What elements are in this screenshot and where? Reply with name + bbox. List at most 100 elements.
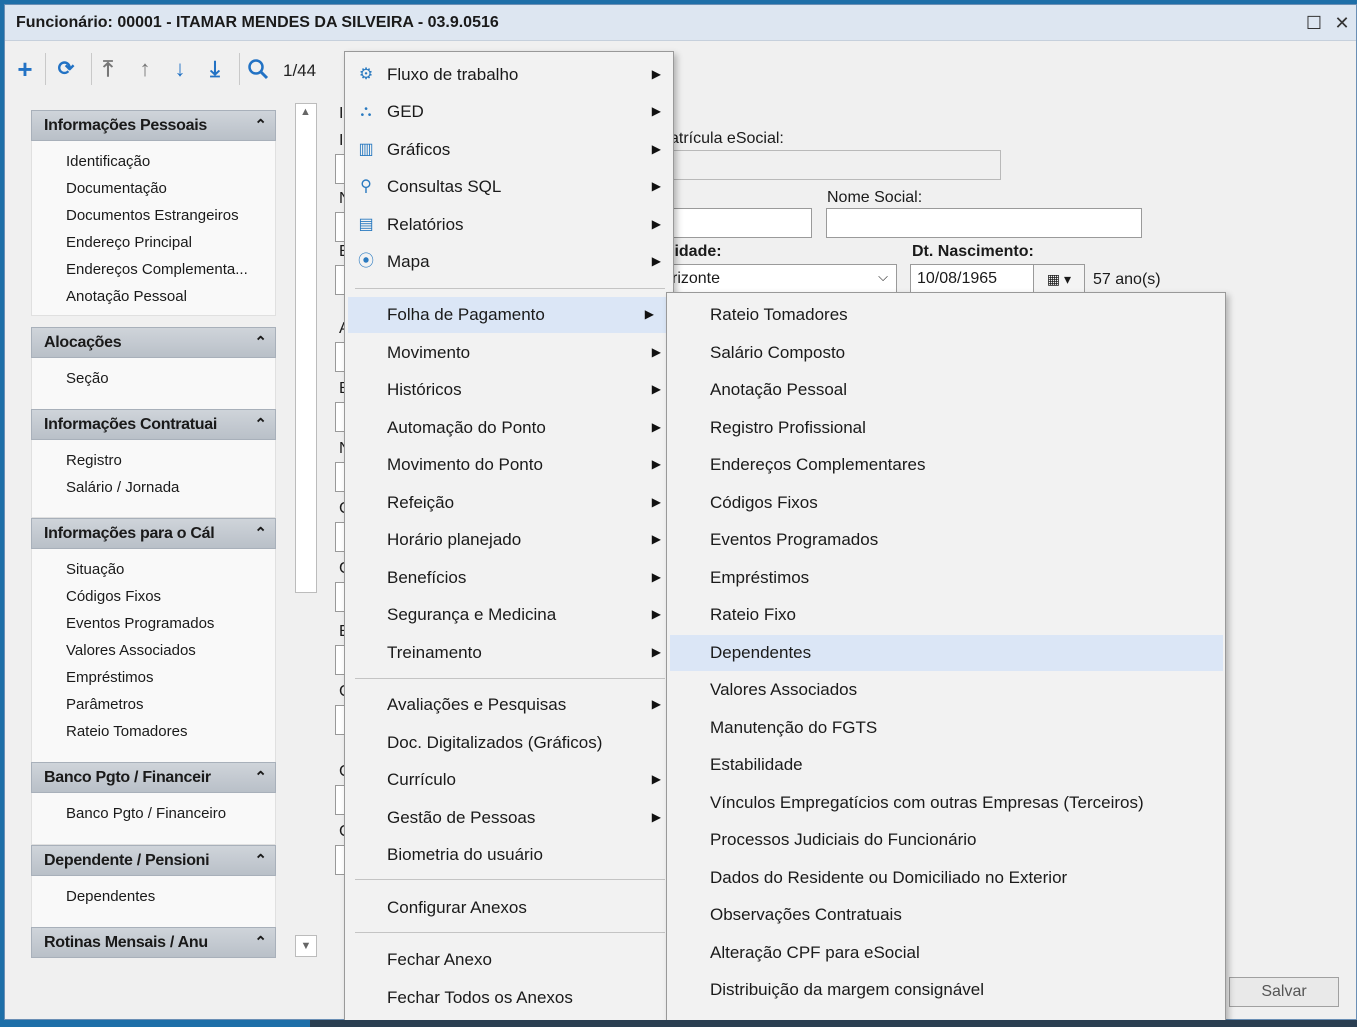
sidebar-item[interactable]: Endereço Principal [66,234,266,251]
submenu-item[interactable]: Alteração CPF para eSocial [667,935,1225,971]
menu-item[interactable]: ⚲ Consultas SQL ▶ [345,169,673,205]
menu-item[interactable]: Fechar Todos os Anexos [345,980,673,1016]
sidebar-item[interactable]: Parâmetros [66,696,266,713]
submenu-item[interactable]: Processos Judiciais do Funcionário [667,822,1225,858]
sidebar-item[interactable]: Rateio Tomadores [66,723,266,740]
menu-item[interactable]: ▥ Gráficos ▶ [345,132,673,168]
sidebar-item[interactable]: Endereços Complementa... [66,261,266,278]
matricula-esocial-field[interactable] [665,150,1001,180]
menu-item[interactable]: Configurar Anexos [345,890,673,926]
collapse-icon[interactable]: ⌃ [254,524,267,542]
group-header[interactable]: Rotinas Mensais / Anu ⌃ [31,927,276,958]
menu-item[interactable]: Benefícios ▶ [345,560,673,596]
submenu-item[interactable]: Rateio Fixo [667,597,1225,633]
window-title: Funcionário: 00001 - ITAMAR MENDES DA SI… [16,14,499,31]
menu-separator [355,678,665,679]
collapse-icon[interactable]: ⌃ [254,768,267,786]
nome-field[interactable] [665,208,812,238]
menu-item[interactable]: Gestão de Pessoas ▶ [345,800,673,836]
menu-item[interactable]: Históricos ▶ [345,372,673,408]
sidebar-item[interactable]: Códigos Fixos [66,588,266,605]
sidebar-item[interactable]: Registro [66,452,266,469]
group-header[interactable]: Informações para o Cál ⌃ [31,518,276,549]
group-header[interactable]: Alocações ⌃ [31,327,276,358]
previous-record-icon[interactable]: ↑ [132,55,158,83]
submenu-item[interactable]: Valores Associados [667,672,1225,708]
submenu-item[interactable]: Anotação Pessoal [667,372,1225,408]
scroll-up-icon[interactable]: ▲ [300,106,311,118]
menu-item[interactable]: Biometria do usuário [345,837,673,873]
submenu-item[interactable]: Endereços Complementares [667,447,1225,483]
next-record-icon[interactable]: ↓ [167,55,193,83]
scroll-down-icon[interactable]: ▼ [295,935,317,957]
submenu-item[interactable]: Dados do Residente ou Domiciliado no Ext… [667,860,1225,896]
group-title: Informações para o Cál [44,525,215,542]
sidebar-item[interactable]: Dependentes [66,888,266,905]
save-button[interactable]: Salvar [1229,977,1339,1007]
submenu-item[interactable]: Registro Profissional [667,410,1225,446]
sidebar-item[interactable]: Empréstimos [66,669,266,686]
menu-item[interactable]: ⦿ Mapa ▶ [345,244,673,280]
submenu-item[interactable]: Salário Composto [667,335,1225,371]
submenu-item[interactable]: Estabilidade [667,747,1225,783]
submenu-item[interactable]: Eventos Programados [667,522,1225,558]
menu-item[interactable]: Movimento do Ponto ▶ [345,447,673,483]
sidebar-item[interactable]: Seção [66,370,266,387]
sidebar-item[interactable]: Anotação Pessoal [66,288,266,305]
sidebar-item[interactable]: Documentação [66,180,266,197]
submenu-item[interactable]: Empréstimos [667,560,1225,596]
submenu-item-label: Endereços Complementares [710,455,926,474]
collapse-icon[interactable]: ⌃ [254,415,267,433]
sidebar-item[interactable]: Eventos Programados [66,615,266,632]
add-icon[interactable]: + [12,55,38,83]
nome-social-field[interactable] [826,208,1142,238]
sidebar-item[interactable]: Salário / Jornada [66,479,266,496]
group-title: Alocações [44,334,122,351]
refresh-icon[interactable]: ⟳ [53,55,79,83]
sidebar-item[interactable]: Banco Pgto / Financeiro [66,805,266,822]
close-button[interactable]: ✕ [1331,13,1353,33]
dt-nascimento-field[interactable]: 10/08/1965 [910,264,1034,294]
maximize-button[interactable]: ☐ [1303,13,1325,33]
sidebar-item[interactable]: Identificação [66,153,266,170]
menu-item[interactable]: ⛬ GED ▶ [345,94,673,130]
menu-item[interactable]: Doc. Digitalizados (Gráficos) [345,725,673,761]
menu-item[interactable]: ▤ Relatórios ▶ [345,207,673,243]
menu-item[interactable]: Folha de Pagamento ▶ [348,297,666,333]
sidebar-item[interactable]: Valores Associados [66,642,266,659]
group-header[interactable]: Informações Pessoais ⌃ [31,110,276,141]
naturalidade-select[interactable]: rizonte ⌵ [665,264,897,294]
menu-item[interactable]: Automação do Ponto ▶ [345,410,673,446]
group-header[interactable]: Informações Contratuai ⌃ [31,409,276,440]
group-header[interactable]: Dependente / Pensioni ⌃ [31,845,276,876]
collapse-icon[interactable]: ⌃ [254,851,267,869]
sidebar-scrollbar[interactable]: ▲ [295,103,317,593]
submenu-item[interactable]: Distribuição da margem consignável [667,972,1225,1008]
submenu-item[interactable]: Manutenção do FGTS [667,710,1225,746]
submenu-item[interactable]: Observações Contratuais [667,897,1225,933]
sidebar-item[interactable]: Situação [66,561,266,578]
first-record-icon[interactable]: ⤒ [95,55,121,83]
menu-item[interactable]: Refeição ▶ [345,485,673,521]
collapse-icon[interactable]: ⌃ [254,333,267,351]
menu-item[interactable]: Avaliações e Pesquisas ▶ [345,687,673,723]
menu-item[interactable]: Treinamento ▶ [345,635,673,671]
submenu-item[interactable]: Rateio Tomadores [667,297,1225,333]
menu-item[interactable]: Fechar Anexo [345,942,673,978]
group-header[interactable]: Banco Pgto / Financeir ⌃ [31,762,276,793]
calendar-button[interactable]: ▦ ▾ [1033,264,1085,294]
submenu-item[interactable]: Códigos Fixos [667,485,1225,521]
naturalidade-value: rizonte [672,270,721,287]
collapse-icon[interactable]: ⌃ [254,116,267,134]
submenu-item[interactable]: Vínculos Empregatícios com outras Empres… [667,785,1225,821]
menu-item[interactable]: Segurança e Medicina ▶ [345,597,673,633]
menu-item[interactable]: ⚙ Fluxo de trabalho ▶ [345,57,673,93]
collapse-icon[interactable]: ⌃ [254,933,267,951]
search-icon[interactable] [245,55,271,83]
sidebar-item[interactable]: Documentos Estrangeiros [66,207,266,224]
last-record-icon[interactable]: ⤓ [202,55,228,83]
menu-item[interactable]: Horário planejado ▶ [345,522,673,558]
submenu-item[interactable]: Dependentes [670,634,1223,671]
menu-item[interactable]: Movimento ▶ [345,335,673,371]
menu-item[interactable]: Currículo ▶ [345,762,673,798]
